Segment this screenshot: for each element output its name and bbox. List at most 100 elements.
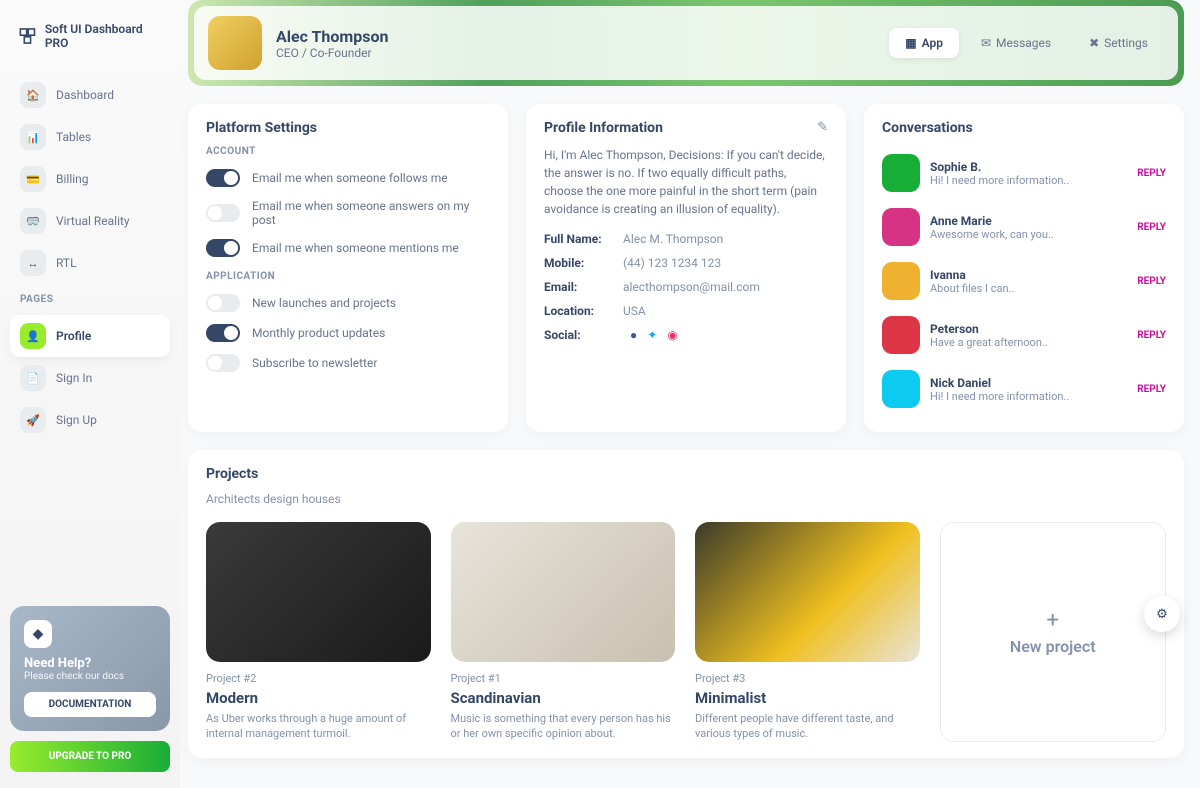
help-card: ◆ Need Help? Please check our docs DOCUM…: [10, 606, 170, 731]
conversation-name: Ivanna: [930, 268, 1014, 282]
facebook-icon[interactable]: ●: [630, 328, 637, 342]
nav-item-billing[interactable]: 💳Billing: [10, 158, 170, 200]
avatar: [882, 262, 920, 300]
card-title: Profile Information: [544, 120, 828, 136]
nav-item-tables[interactable]: 📊Tables: [10, 116, 170, 158]
avatar: [882, 316, 920, 354]
project-tag: Project #2: [206, 672, 431, 685]
help-icon: ◆: [24, 620, 52, 648]
card-title: Conversations: [882, 120, 1166, 136]
projects-sub: Architects design houses: [206, 492, 1166, 506]
conversation-sub: Hi! I need more information..: [930, 390, 1069, 403]
setting-label: Email me when someone answers on my post: [252, 199, 490, 227]
nav-label: Virtual Reality: [56, 214, 130, 228]
nav-item-sign-in[interactable]: 📄Sign In: [10, 357, 170, 399]
label: Location:: [544, 304, 620, 318]
project-title: Modern: [206, 689, 431, 707]
projects-card: Projects Architects design houses Projec…: [188, 450, 1184, 758]
project-card[interactable]: Project #2ModernAs Uber works through a …: [206, 522, 431, 742]
settings-gear-button[interactable]: ⚙: [1144, 596, 1180, 632]
nav-item-sign-up[interactable]: 🚀 Sign Up: [10, 399, 170, 441]
project-desc: Different people have different taste, a…: [695, 711, 920, 742]
conversation-sub: Have a great afternoon..: [930, 336, 1048, 349]
conversation-sub: Hi! I need more information..: [930, 174, 1069, 187]
platform-settings-card: Platform Settings ACCOUNT Email me when …: [188, 104, 508, 432]
setting-row: Email me when someone follows me: [206, 163, 490, 193]
conversation-name: Peterson: [930, 322, 1048, 336]
toggle[interactable]: [206, 239, 240, 257]
label: Email:: [544, 280, 620, 294]
twitter-icon[interactable]: ✦: [647, 328, 657, 342]
instagram-icon[interactable]: ◉: [667, 328, 677, 342]
nav-icon: 🥽: [20, 208, 46, 234]
project-image: [695, 522, 920, 662]
toggle[interactable]: [206, 354, 240, 372]
setting-label: Monthly product updates: [252, 326, 385, 340]
conversations-card: Conversations Sophie B.Hi! I need more i…: [864, 104, 1184, 432]
project-image: [206, 522, 431, 662]
conversation-name: Anne Marie: [930, 214, 1054, 228]
toggle[interactable]: [206, 204, 240, 222]
tab-app[interactable]: ▦App: [889, 28, 959, 58]
edit-icon[interactable]: ✎: [817, 120, 828, 135]
project-card[interactable]: Project #3MinimalistDifferent people hav…: [695, 522, 920, 742]
tab-icon: ✖: [1089, 36, 1099, 50]
toggle[interactable]: [206, 294, 240, 312]
sidebar: Soft UI Dashboard PRO 🏠Dashboard📊Tables💳…: [0, 0, 180, 788]
nav-icon: ↔: [20, 250, 46, 276]
tab-settings[interactable]: ✖Settings: [1073, 28, 1164, 58]
project-card[interactable]: Project #1ScandinavianMusic is something…: [451, 522, 676, 742]
conversation-row: IvannaAbout files I can.. REPLY: [882, 254, 1166, 308]
documentation-button[interactable]: DOCUMENTATION: [24, 692, 156, 717]
profile-role: CEO / Co-Founder: [276, 46, 389, 60]
tab-messages[interactable]: ✉ Messages: [965, 28, 1067, 58]
conversation-name: Sophie B.: [930, 160, 1069, 174]
nav-icon: 👤: [20, 323, 46, 349]
setting-row: Email me when someone mentions me: [206, 233, 490, 263]
conversation-row: PetersonHave a great afternoon.. REPLY: [882, 308, 1166, 362]
plus-icon: +: [1047, 608, 1059, 633]
nav-item-dashboard[interactable]: 🏠Dashboard: [10, 74, 170, 116]
avatar: [882, 370, 920, 408]
reply-button[interactable]: REPLY: [1137, 168, 1166, 179]
conversation-sub: About files I can..: [930, 282, 1014, 295]
application-heading: APPLICATION: [206, 271, 490, 282]
new-project-button[interactable]: +New project: [940, 522, 1167, 742]
pages-label: PAGES: [10, 284, 170, 309]
nav-label: Billing: [56, 172, 89, 186]
avatar: [882, 208, 920, 246]
upgrade-button[interactable]: UPGRADE TO PRO: [10, 741, 170, 772]
project-desc: Music is something that every person has…: [451, 711, 676, 742]
email-value: alecthompson@mail.com: [623, 280, 760, 294]
setting-label: Subscribe to newsletter: [252, 356, 377, 370]
profile-header: Alec Thompson CEO / Co-Founder ▦App✉Mess…: [188, 0, 1184, 86]
reply-button[interactable]: REPLY: [1137, 222, 1166, 233]
brand-icon: [18, 26, 37, 46]
toggle[interactable]: [206, 324, 240, 342]
location-value: USA: [623, 304, 646, 318]
nav-label: Sign Up: [56, 413, 97, 427]
tab-label: Messages: [996, 36, 1051, 50]
nav-icon: 📊: [20, 124, 46, 150]
tab-icon: ✉: [981, 36, 991, 50]
conversation-name: Nick Daniel: [930, 376, 1069, 390]
nav-item-profile[interactable]: 👤Profile: [10, 315, 170, 357]
help-title: Need Help?: [24, 656, 156, 671]
brand: Soft UI Dashboard PRO: [10, 16, 170, 68]
card-title: Projects: [206, 466, 1166, 482]
nav-item-virtual-reality[interactable]: 🥽 Virtual Reality: [10, 200, 170, 242]
reply-button[interactable]: REPLY: [1137, 330, 1166, 341]
card-title: Platform Settings: [206, 120, 490, 136]
setting-label: Email me when someone mentions me: [252, 241, 459, 255]
nav-item-rtl[interactable]: ↔RTL: [10, 242, 170, 284]
reply-button[interactable]: REPLY: [1137, 384, 1166, 395]
setting-row: Monthly product updates: [206, 318, 490, 348]
nav-icon: 🚀: [20, 407, 46, 433]
tab-label: App: [922, 36, 943, 50]
setting-row: Subscribe to newsletter: [206, 348, 490, 378]
toggle[interactable]: [206, 169, 240, 187]
brand-text: Soft UI Dashboard PRO: [45, 22, 162, 50]
nav-icon: 📄: [20, 365, 46, 391]
reply-button[interactable]: REPLY: [1137, 276, 1166, 287]
conversation-row: Sophie B.Hi! I need more information.. RE…: [882, 146, 1166, 200]
